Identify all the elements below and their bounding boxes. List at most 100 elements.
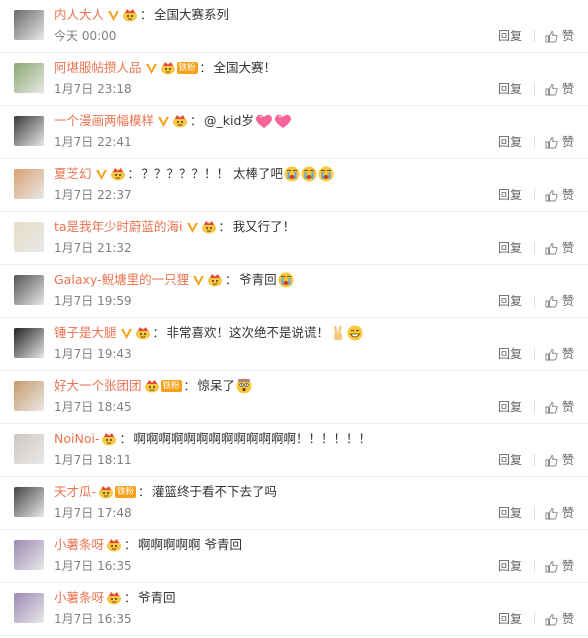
username-link[interactable]: 夏芝幻 bbox=[54, 165, 92, 183]
avatar[interactable] bbox=[14, 487, 44, 517]
member-crown-icon bbox=[172, 114, 188, 128]
avatar[interactable] bbox=[14, 381, 44, 411]
fan-badge: 铁粉 bbox=[115, 486, 137, 498]
reply-button[interactable]: 回复 bbox=[498, 27, 522, 45]
avatar[interactable] bbox=[14, 222, 44, 252]
avatar[interactable] bbox=[14, 540, 44, 570]
separator-colon: ： bbox=[138, 485, 151, 499]
like-button[interactable]: 赞 bbox=[545, 186, 574, 204]
comment-timestamp: 1月7日 23:18 bbox=[54, 82, 132, 96]
username-link[interactable]: 小薯条呀 bbox=[54, 536, 104, 554]
like-button[interactable]: 赞 bbox=[545, 27, 574, 45]
avatar[interactable] bbox=[14, 434, 44, 464]
username-link[interactable]: Galaxy-鲵塘里的一只狸 bbox=[54, 271, 189, 289]
like-button[interactable]: 赞 bbox=[545, 557, 574, 575]
comment-timestamp: 1月7日 16:35 bbox=[54, 612, 132, 626]
username-link[interactable]: 天才瓜- bbox=[54, 483, 96, 501]
member-crown-icon bbox=[106, 591, 122, 605]
username-link[interactable]: ta是我年少时蔚蓝的海i bbox=[54, 218, 183, 236]
reply-button[interactable]: 回复 bbox=[498, 80, 522, 98]
like-button[interactable]: 赞 bbox=[545, 345, 574, 363]
reply-button[interactable]: 回复 bbox=[498, 610, 522, 628]
like-button[interactable]: 赞 bbox=[545, 133, 574, 151]
reply-button[interactable]: 回复 bbox=[498, 239, 522, 257]
verified-v-icon bbox=[186, 221, 199, 234]
separator-colon: ： bbox=[190, 114, 203, 128]
like-button[interactable]: 赞 bbox=[545, 292, 574, 310]
avatar[interactable] bbox=[14, 169, 44, 199]
comment-timestamp: 1月7日 18:45 bbox=[54, 400, 132, 414]
comment-item: 阿堪服帖攒人品 铁粉：全国大赛！ 1月7日 23:18 回复 赞 bbox=[0, 53, 588, 106]
separator-colon: ： bbox=[119, 432, 132, 446]
comment-item: 内人大人 ：全国大赛系列 今天 00:00 回复 赞 bbox=[0, 0, 588, 53]
username-link[interactable]: 好大一个张团团 bbox=[54, 377, 142, 395]
reply-button[interactable]: 回复 bbox=[498, 504, 522, 522]
member-crown-icon bbox=[207, 273, 223, 287]
like-button[interactable]: 赞 bbox=[545, 80, 574, 98]
like-button[interactable]: 赞 bbox=[545, 610, 574, 628]
member-crown-icon bbox=[110, 167, 126, 181]
like-button[interactable]: 赞 bbox=[545, 239, 574, 257]
username-link[interactable]: 内人大人 bbox=[54, 6, 104, 24]
cry-emoji-icon bbox=[278, 272, 294, 288]
comment-text: 啊啊啊啊啊 爷青回 bbox=[138, 537, 243, 552]
reply-button[interactable]: 回复 bbox=[498, 345, 522, 363]
like-label: 赞 bbox=[561, 82, 574, 96]
username-link[interactable]: NoiNoi- bbox=[54, 430, 99, 448]
like-label: 赞 bbox=[561, 400, 574, 414]
comment-text: 惊呆了 bbox=[197, 378, 236, 393]
member-crown-icon bbox=[122, 8, 138, 22]
comment-actions: 回复 赞 bbox=[498, 292, 574, 310]
avatar[interactable] bbox=[14, 63, 44, 93]
separator-colon: ： bbox=[127, 167, 140, 181]
comment-text: @_kid岁 bbox=[204, 113, 254, 128]
like-button[interactable]: 赞 bbox=[545, 504, 574, 522]
comment-actions: 回复 赞 bbox=[498, 610, 574, 628]
reply-button[interactable]: 回复 bbox=[498, 292, 522, 310]
thumbs-up-icon bbox=[545, 242, 562, 255]
verified-v-icon bbox=[95, 168, 108, 181]
comment-actions: 回复 赞 bbox=[498, 557, 574, 575]
thumbs-up-icon bbox=[545, 189, 562, 202]
reply-button[interactable]: 回复 bbox=[498, 557, 522, 575]
verified-v-icon bbox=[120, 327, 133, 340]
like-button[interactable]: 赞 bbox=[545, 451, 574, 469]
like-label: 赞 bbox=[561, 612, 574, 626]
avatar[interactable] bbox=[14, 10, 44, 40]
comment-timestamp: 1月7日 22:37 bbox=[54, 188, 132, 202]
comment-item: 一个漫画两幅模样 ： @_kid岁 1月7日 22:41 回复 赞 bbox=[0, 106, 588, 159]
comment-text: 啊啊啊啊啊啊啊啊啊啊啊啊啊！！！！！！ bbox=[133, 431, 371, 446]
grin-emoji-icon bbox=[347, 325, 363, 341]
separator-colon: ： bbox=[140, 8, 153, 22]
separator-colon: ： bbox=[152, 326, 165, 340]
username-link[interactable]: 阿堪服帖攒人品 bbox=[54, 59, 142, 77]
thumbs-up-icon bbox=[545, 401, 562, 414]
like-label: 赞 bbox=[561, 347, 574, 361]
heart-emoji-icon bbox=[255, 113, 273, 129]
verified-v-icon bbox=[145, 62, 158, 75]
comment-text: 爷青回 bbox=[239, 272, 277, 287]
username-link[interactable]: 一个漫画两幅模样 bbox=[54, 112, 154, 130]
like-button[interactable]: 赞 bbox=[545, 398, 574, 416]
like-label: 赞 bbox=[561, 241, 574, 255]
member-crown-icon bbox=[98, 485, 114, 499]
comment-timestamp: 1月7日 18:11 bbox=[54, 453, 132, 467]
reply-button[interactable]: 回复 bbox=[498, 186, 522, 204]
separator-colon: ： bbox=[124, 591, 137, 605]
action-divider bbox=[533, 242, 535, 254]
avatar[interactable] bbox=[14, 328, 44, 358]
username-link[interactable]: 小薯条呀 bbox=[54, 589, 104, 607]
thumbs-up-icon bbox=[545, 83, 562, 96]
verified-v-icon bbox=[107, 9, 120, 22]
avatar[interactable] bbox=[14, 116, 44, 146]
avatar[interactable] bbox=[14, 593, 44, 623]
reply-button[interactable]: 回复 bbox=[498, 451, 522, 469]
action-divider bbox=[533, 613, 535, 625]
reply-button[interactable]: 回复 bbox=[498, 133, 522, 151]
avatar[interactable] bbox=[14, 275, 44, 305]
comment-item: 天才瓜- 铁粉：灌篮终于看不下去了吗 1月7日 17:48 回复 赞 bbox=[0, 477, 588, 530]
username-link[interactable]: 锤子是大腿 bbox=[54, 324, 117, 342]
separator-colon: ： bbox=[218, 220, 231, 234]
thumbs-up-icon bbox=[545, 454, 562, 467]
reply-button[interactable]: 回复 bbox=[498, 398, 522, 416]
